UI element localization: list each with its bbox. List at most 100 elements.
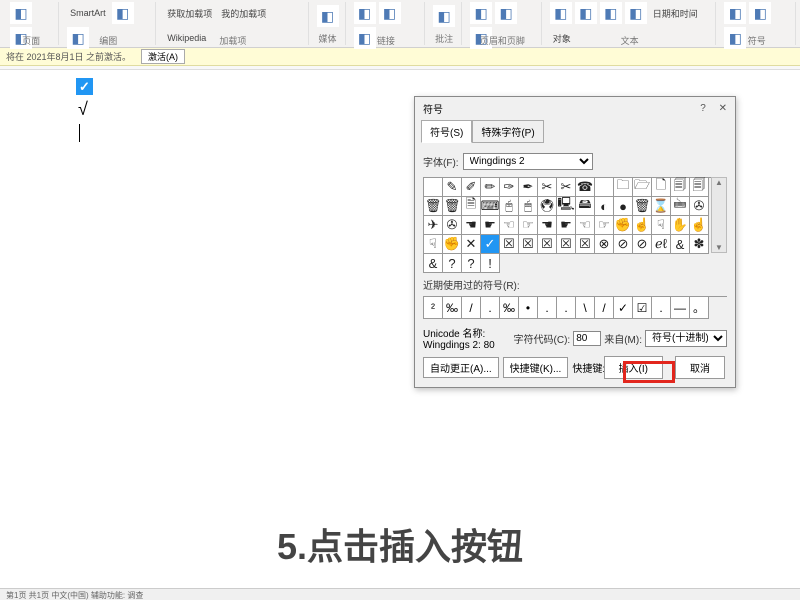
symbol-cell[interactable]: ! xyxy=(481,254,500,273)
symbol-cell[interactable]: ⊗ xyxy=(595,235,614,254)
symbol-cell[interactable]: ✒ xyxy=(519,178,538,197)
symbol-cell[interactable]: 🗑 xyxy=(633,197,652,216)
recent-symbol-cell[interactable]: / xyxy=(462,297,481,319)
symbol-cell[interactable]: ⌨ xyxy=(481,197,500,216)
symbol-cell[interactable]: 🗑 xyxy=(424,197,443,216)
symbol-cell[interactable]: ⊘ xyxy=(633,235,652,254)
symbol-cell[interactable]: ☞ xyxy=(595,216,614,235)
symbol-cell[interactable]: ✇ xyxy=(443,216,462,235)
symbol-cell[interactable]: 🗀 xyxy=(614,178,633,197)
symbol-cell[interactable]: ☜ xyxy=(500,216,519,235)
symbol-cell[interactable]: ☞ xyxy=(519,216,538,235)
symbol-cell[interactable] xyxy=(595,178,614,197)
symbol-cell[interactable]: ✽ xyxy=(690,235,709,254)
symbol-cell[interactable]: ? xyxy=(462,254,481,273)
symbol-cell[interactable]: ✑ xyxy=(500,178,519,197)
recent-symbol-cell[interactable]: . xyxy=(481,297,500,319)
ribbon-item[interactable]: ◧ xyxy=(433,5,455,27)
symbol-cell[interactable]: ☚ xyxy=(538,216,557,235)
symbol-cell[interactable]: ✈ xyxy=(424,216,443,235)
recent-symbol-cell[interactable]: ✓ xyxy=(614,297,633,319)
recent-symbol-cell[interactable]: ☑ xyxy=(633,297,652,319)
ribbon-item[interactable]: ◧ xyxy=(600,2,622,24)
ribbon-item[interactable]: SmartArt xyxy=(67,2,109,24)
ribbon-item[interactable]: ◧ xyxy=(724,27,746,49)
ribbon-item[interactable]: 我的加载项 xyxy=(218,2,269,24)
shortcut-key-button[interactable]: 快捷键(K)... xyxy=(503,357,569,378)
ribbon-item[interactable]: 对象 xyxy=(550,27,574,49)
recent-symbol-cell[interactable]: \ xyxy=(576,297,595,319)
symbol-cell[interactable]: ☒ xyxy=(557,235,576,254)
ribbon-item[interactable]: ◧ xyxy=(67,27,89,49)
symbol-cell[interactable]: ✎ xyxy=(443,178,462,197)
symbol-cell[interactable]: ✏ xyxy=(481,178,500,197)
ribbon-item[interactable]: ◧ xyxy=(379,2,401,24)
ribbon-item[interactable]: ◧ xyxy=(575,2,597,24)
ribbon-item[interactable]: ◧ xyxy=(550,2,572,24)
symbol-cell[interactable]: ☟ xyxy=(652,216,671,235)
ribbon-item[interactable]: ◧ xyxy=(112,2,134,24)
close-icon[interactable]: ✕ xyxy=(719,103,727,114)
ribbon-item[interactable]: ◧ xyxy=(317,5,339,27)
ribbon-item[interactable]: Wikipedia xyxy=(164,27,209,49)
recent-symbol-cell[interactable]: . xyxy=(557,297,576,319)
symbol-cell[interactable]: ☒ xyxy=(538,235,557,254)
symbol-cell[interactable]: 🖰 xyxy=(500,197,519,216)
symbol-cell[interactable]: ⊘ xyxy=(614,235,633,254)
char-code-input[interactable] xyxy=(573,331,601,346)
symbol-cell[interactable]: ☒ xyxy=(500,235,519,254)
symbol-cell[interactable]: ◐ xyxy=(595,197,614,216)
ribbon-item[interactable]: ◧ xyxy=(10,2,32,24)
symbol-cell[interactable]: ☒ xyxy=(576,235,595,254)
ribbon-item[interactable]: ◧ xyxy=(625,2,647,24)
symbol-cell[interactable]: ☚ xyxy=(462,216,481,235)
ribbon-item[interactable]: ◧ xyxy=(749,2,771,24)
help-icon[interactable]: ? xyxy=(700,103,706,114)
recent-symbol-cell[interactable]: . xyxy=(652,297,671,319)
symbol-cell[interactable]: ☒ xyxy=(519,235,538,254)
symbol-cell[interactable]: ✋ xyxy=(671,216,690,235)
recent-symbol-cell[interactable]: ‰ xyxy=(443,297,462,319)
insert-button[interactable]: 插入(I) xyxy=(604,356,663,379)
symbol-cell[interactable]: ✇ xyxy=(690,197,709,216)
symbol-cell[interactable]: 🖴 xyxy=(576,197,595,216)
symbol-cell[interactable]: ● xyxy=(614,197,633,216)
recent-symbol-cell[interactable]: • xyxy=(519,297,538,319)
ribbon-item[interactable]: 日期和时间 xyxy=(650,2,701,24)
symbol-cell[interactable]: 🖳 xyxy=(557,197,576,216)
symbol-cell[interactable]: 🗐 xyxy=(690,178,709,197)
recent-symbol-cell[interactable]: ² xyxy=(424,297,443,319)
ribbon-item[interactable]: ◧ xyxy=(470,2,492,24)
symbol-cell[interactable]: ✕ xyxy=(462,235,481,254)
symbol-cell[interactable]: 🗋 xyxy=(652,178,671,197)
symbol-cell[interactable]: 🖱 xyxy=(519,197,538,216)
from-select[interactable]: 符号(十进制) xyxy=(645,330,727,347)
symbol-cell[interactable]: ✂ xyxy=(538,178,557,197)
activate-button[interactable]: 激活(A) xyxy=(141,49,185,64)
ribbon-item[interactable]: ◧ xyxy=(354,27,376,49)
symbol-cell[interactable]: ☜ xyxy=(576,216,595,235)
cancel-button[interactable]: 取消 xyxy=(675,356,725,379)
symbol-cell[interactable]: 🖲 xyxy=(538,197,557,216)
symbol-cell[interactable]: 🗎 xyxy=(462,197,481,216)
ribbon-item[interactable]: 获取加载项 xyxy=(164,2,215,24)
symbol-cell[interactable]: ✊ xyxy=(614,216,633,235)
symbol-cell[interactable]: ☟ xyxy=(424,235,443,254)
symbol-cell[interactable]: ☝ xyxy=(690,216,709,235)
ribbon-item[interactable]: ◧ xyxy=(724,2,746,24)
symbol-cell[interactable]: 🗑 xyxy=(443,197,462,216)
symbol-cell[interactable]: ☛ xyxy=(481,216,500,235)
ribbon-item[interactable]: ◧ xyxy=(354,2,376,24)
symbol-cell[interactable]: 🗁 xyxy=(633,178,652,197)
tab-special-chars[interactable]: 特殊字符(P) xyxy=(472,120,543,143)
recent-symbol-cell[interactable]: / xyxy=(595,297,614,319)
recent-symbol-cell[interactable]: . xyxy=(538,297,557,319)
symbol-cell[interactable]: ℯℓ xyxy=(652,235,671,254)
symbol-cell[interactable]: ? xyxy=(443,254,462,273)
symbol-cell[interactable]: ✊ xyxy=(443,235,462,254)
symbol-cell[interactable]: ☝ xyxy=(633,216,652,235)
recent-symbol-cell[interactable]: — xyxy=(671,297,690,319)
symbol-cell[interactable]: ☛ xyxy=(557,216,576,235)
autocorrect-button[interactable]: 自动更正(A)... xyxy=(423,357,499,378)
symbol-cell[interactable]: ⌛ xyxy=(652,197,671,216)
